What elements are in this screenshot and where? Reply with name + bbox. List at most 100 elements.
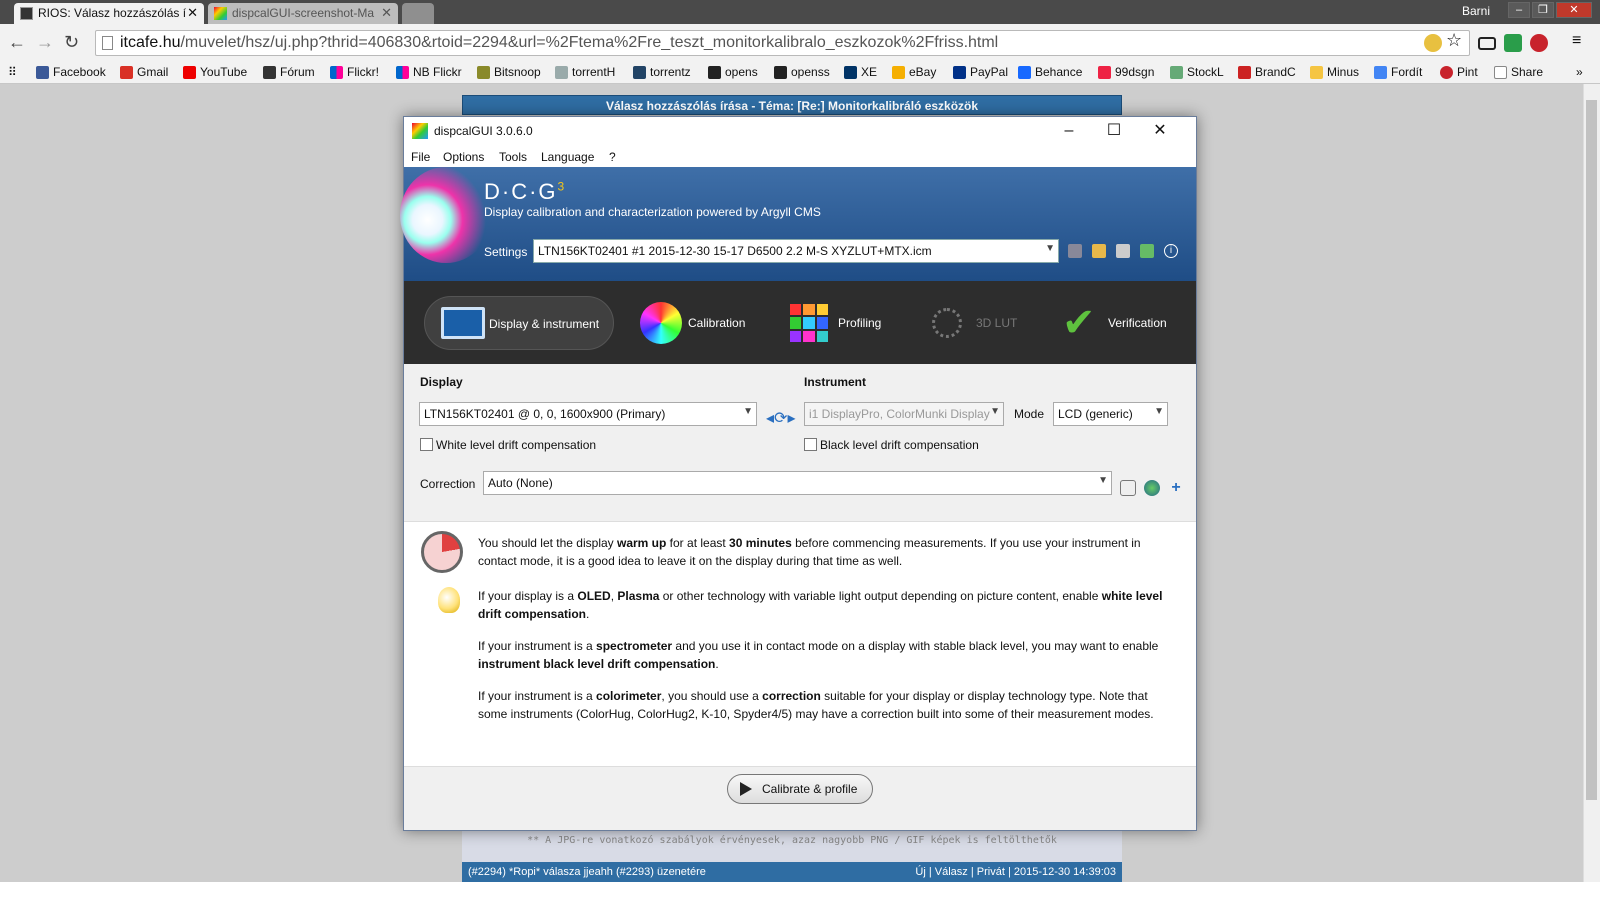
bookmark-forum[interactable]: Fórum [263, 65, 315, 79]
close-window-icon[interactable]: ✕ [1556, 2, 1592, 18]
url-host: itcafe.hu [120, 34, 181, 51]
mail-icon[interactable] [1478, 37, 1496, 50]
tab-profiling[interactable]: Profiling [790, 296, 881, 350]
minimize-icon[interactable]: – [1508, 2, 1530, 18]
tab-dispcalgui-screenshot[interactable]: dispcalGUI-screenshot-Ma ✕ [208, 3, 398, 24]
address-bar[interactable]: itcafe.hu/muvelet/hsz/uj.php?thrid=40683… [95, 30, 1470, 56]
apps-icon[interactable]: ⠿ [8, 65, 17, 79]
star-bookmark-icon[interactable]: ☆ [1446, 30, 1464, 50]
back-arrow-icon[interactable]: ← [8, 32, 26, 53]
checkmark-icon: ✔ [1062, 301, 1096, 345]
info-warmup: You should let the display warm up for a… [478, 536, 1141, 568]
tab-calibration[interactable]: Calibration [640, 296, 745, 350]
menu-file[interactable]: File [411, 150, 430, 164]
reload-icon[interactable]: ↻ [64, 32, 79, 53]
bookmark-share[interactable]: Share [1494, 65, 1543, 79]
maximize-icon[interactable]: ☐ [1094, 120, 1134, 144]
more-bookmarks-icon[interactable]: » [1576, 65, 1583, 79]
opensubtitles-icon [708, 66, 721, 79]
delete-icon[interactable] [1116, 244, 1130, 258]
menu-bar: File Options Tools Language ? [404, 147, 1196, 167]
new-tab-button[interactable] [402, 3, 434, 24]
bookmark-minus[interactable]: Minus [1310, 65, 1359, 79]
bookmark-torrenth[interactable]: torrentH [555, 65, 615, 79]
open-folder-icon[interactable] [1120, 480, 1136, 496]
bookmark-facebook[interactable]: Facebook [36, 65, 106, 79]
detect-devices-icon[interactable]: ◂⟳▸ [766, 408, 796, 428]
correction-select[interactable]: Auto (None) ▼ [483, 471, 1112, 495]
settings-select[interactable]: LTN156KT02401 #1 2015-12-30 15-17 D6500 … [533, 239, 1059, 263]
add-icon[interactable]: + [1168, 480, 1184, 496]
bookmark-bitsnoop[interactable]: Bitsnoop [477, 65, 541, 79]
white-drift-label: White level drift compensation [436, 438, 597, 452]
instrument-select[interactable]: i1 DisplayPro, ColorMunki Display ▼ [804, 402, 1004, 426]
tab-3d-lut[interactable]: 3D LUT [932, 296, 1017, 350]
menu-tools[interactable]: Tools [499, 150, 527, 164]
lut-cube-icon [932, 308, 962, 338]
monitor-icon [441, 307, 485, 339]
mode-select[interactable]: LCD (generic) ▼ [1053, 402, 1168, 426]
bookmark-gmail[interactable]: Gmail [120, 65, 168, 79]
lightbulb-icon [438, 587, 460, 613]
dcg-logo: D·C·G3 [484, 179, 567, 204]
tab-display-instrument[interactable]: Display & instrument [424, 296, 614, 350]
stopwatch-icon [421, 531, 463, 573]
flickr-icon [396, 66, 409, 79]
bookmark-nb-flickr[interactable]: NB Flickr [396, 65, 462, 79]
minimize-icon[interactable]: – [1049, 120, 1089, 144]
chevron-down-icon: ▼ [990, 406, 1000, 417]
bookmark-stockl[interactable]: StockL [1170, 65, 1224, 79]
tab-rios[interactable]: RIOS: Válasz hozzászólás í ✕ [14, 3, 204, 24]
load-settings-icon[interactable] [1068, 244, 1082, 258]
maximize-icon[interactable]: ❐ [1532, 2, 1554, 18]
extension-icon[interactable] [1424, 34, 1442, 52]
main-tab-bar: Display & instrument Calibration Profili… [404, 281, 1196, 364]
calibrate-profile-button[interactable]: Calibrate & profile [727, 774, 873, 804]
post-actions[interactable]: Új | Válasz | Privát | 2015-12-30 14:39:… [915, 862, 1116, 882]
bookmark-xe[interactable]: XE [844, 65, 877, 79]
web-globe-icon[interactable] [1144, 480, 1160, 496]
window-title: dispcalGUI 3.0.6.0 [434, 124, 533, 138]
torrenth-icon [555, 66, 568, 79]
bookmark-torrentz[interactable]: torrentz [633, 65, 691, 79]
close-tab-icon[interactable]: ✕ [381, 5, 392, 21]
bookmark-fordit[interactable]: Fordít [1374, 65, 1422, 79]
close-tab-icon[interactable]: ✕ [187, 5, 198, 21]
profile-name[interactable]: Barni [1462, 4, 1490, 18]
display-select[interactable]: LTN156KT02401 @ 0, 0, 1600x900 (Primary)… [419, 402, 757, 426]
page-scrollbar-thumb[interactable] [1586, 100, 1597, 800]
menu-options[interactable]: Options [443, 150, 484, 164]
bookmark-openss[interactable]: openss [774, 65, 830, 79]
stock-icon [1170, 66, 1183, 79]
bookmark-youtube[interactable]: YouTube [183, 65, 247, 79]
info-icon[interactable]: i [1164, 244, 1178, 258]
bookmark-paypal[interactable]: PayPal [953, 65, 1008, 79]
window-titlebar: dispcalGUI 3.0.6.0 – ☐ ✕ [404, 117, 1196, 147]
bookmark-opens[interactable]: opens [708, 65, 758, 79]
correction-label: Correction [420, 477, 476, 491]
forum-icon [263, 66, 276, 79]
extension-green-icon[interactable] [1504, 34, 1522, 52]
dispcalgui-window: dispcalGUI 3.0.6.0 – ☐ ✕ File Options To… [400, 116, 1197, 831]
white-drift-checkbox[interactable] [420, 438, 433, 451]
chevron-down-icon: ▼ [1154, 406, 1164, 417]
black-drift-checkbox[interactable] [804, 438, 817, 451]
bookmark-brandc[interactable]: BrandC [1238, 65, 1296, 79]
install-profile-icon[interactable] [1140, 244, 1154, 258]
display-label: Display [420, 375, 463, 389]
open-folder-icon[interactable] [1092, 244, 1106, 258]
bookmark-behance[interactable]: Behance [1018, 65, 1082, 79]
menu-icon[interactable]: ≡ [1572, 32, 1590, 50]
bookmark-99dsgn[interactable]: 99dsgn [1098, 65, 1154, 79]
pinterest-icon[interactable] [1530, 34, 1548, 52]
bookmark-pint[interactable]: Pint [1440, 65, 1478, 79]
bookmark-flickr[interactable]: Flickr! [330, 65, 379, 79]
tab-verification[interactable]: ✔ Verification [1058, 296, 1167, 350]
bookmark-ebay[interactable]: eBay [892, 65, 936, 79]
post-reference: (#2294) *Ropi* válasza jjeahh (#2293) üz… [468, 866, 706, 878]
menu-help[interactable]: ? [609, 150, 616, 164]
forward-arrow-icon[interactable]: → [36, 32, 54, 53]
browser-tab-strip: RIOS: Válasz hozzászólás í ✕ dispcalGUI-… [0, 0, 1600, 24]
close-icon[interactable]: ✕ [1140, 120, 1180, 144]
menu-language[interactable]: Language [541, 150, 594, 164]
